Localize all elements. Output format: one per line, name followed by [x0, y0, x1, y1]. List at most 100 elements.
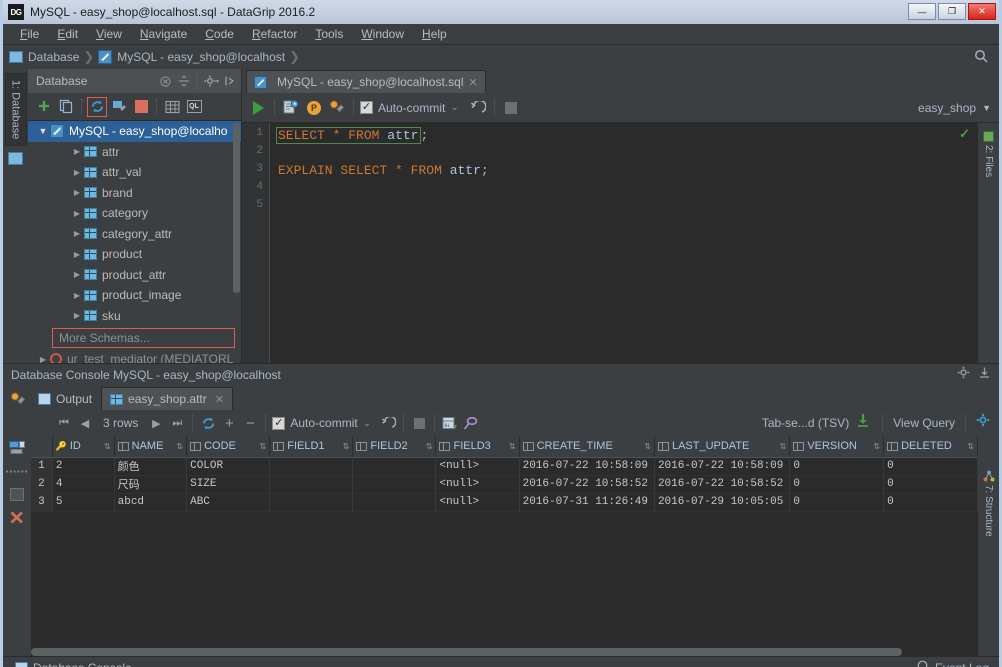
cell-field1[interactable]	[269, 457, 354, 476]
data-source-properties-icon[interactable]	[109, 97, 129, 117]
chevron-right-icon[interactable]: ▶	[70, 168, 84, 177]
cell-field2[interactable]	[352, 457, 437, 476]
sort-icon[interactable]: ⇅	[343, 442, 350, 451]
sql-editor[interactable]: 1 2 3 4 5 SELECT * FROM attr; EXPLAIN SE…	[242, 123, 999, 363]
column-header-field3[interactable]: FIELD3 ⇅	[435, 436, 520, 458]
stop-button[interactable]	[501, 98, 521, 118]
column-header-create-time[interactable]: CREATE_TIME ⇅	[519, 436, 655, 458]
grid-settings-icon[interactable]	[976, 413, 991, 433]
tree-node-table[interactable]: ▶ category	[28, 203, 241, 224]
editor-text[interactable]: SELECT * FROM attr; EXPLAIN SELECT * FRO…	[270, 123, 978, 363]
sort-icon[interactable]: ⇅	[644, 442, 651, 451]
reload-page-button[interactable]	[199, 414, 217, 432]
event-log-button[interactable]: Event Log	[917, 660, 989, 667]
tree-node-table[interactable]: ▶ product	[28, 244, 241, 265]
close-icon[interactable]	[158, 74, 173, 89]
export-format-label[interactable]: Tab-se...d (TSV)	[762, 416, 849, 430]
chevron-down-icon[interactable]: ▼	[36, 126, 50, 136]
chevron-right-icon[interactable]: ▶	[70, 291, 84, 300]
cell-id[interactable]: 5	[52, 493, 115, 512]
breadcrumb-database[interactable]: Database	[9, 50, 79, 64]
settings-icon[interactable]: ▾	[204, 74, 219, 89]
tree-node-table[interactable]: ▶ attr_val	[28, 162, 241, 183]
cell-last-update[interactable]: 2016-07-22 10:58:09	[654, 457, 791, 476]
tree-node-table[interactable]: ▶ product_attr	[28, 265, 241, 286]
sort-icon[interactable]: ⇅	[260, 442, 267, 451]
cell-field3[interactable]: <null>	[435, 493, 520, 512]
cell-field3[interactable]: <null>	[435, 457, 520, 476]
tree-scrollbar[interactable]	[233, 123, 240, 293]
sort-icon[interactable]: ⇅	[104, 442, 111, 451]
export-data-icon[interactable]	[856, 413, 872, 433]
maximize-button[interactable]: ❐	[938, 3, 966, 20]
cell-id[interactable]: 2	[52, 457, 115, 476]
tree-node-datasource[interactable]: ▼ MySQL - easy_shop@localho	[28, 121, 241, 142]
console-tab-output[interactable]: Output	[29, 387, 101, 410]
chevron-right-icon[interactable]: ▶	[70, 209, 84, 218]
result-grid[interactable]: 🔑 ID ⇅ NAME ⇅ CODE ⇅ FIELD1 ⇅ FIELD2 ⇅ FIELD3 ⇅…	[31, 436, 978, 656]
tree-node-partial[interactable]: ▶ ur_test_mediator (MEDIATORL	[28, 349, 241, 363]
cell-version[interactable]: 0	[789, 493, 885, 512]
menu-navigate[interactable]: Navigate	[131, 25, 196, 43]
tree-node-table[interactable]: ▶ product_image	[28, 285, 241, 306]
chevron-right-icon[interactable]: ▶	[70, 188, 84, 197]
sort-icon[interactable]: ⇅	[780, 442, 787, 451]
open-console-icon[interactable]: QL	[184, 97, 204, 117]
database-icon[interactable]	[8, 152, 23, 166]
table-row[interactable]: 1 2 颜色 COLOR <null> 2016-07-22 10:58:09 …	[31, 457, 978, 476]
collapse-all-icon[interactable]	[176, 74, 191, 89]
cell-last-update[interactable]: 2016-07-22 10:58:52	[654, 475, 791, 494]
column-header-id[interactable]: 🔑 ID ⇅	[52, 436, 115, 458]
cell-field1[interactable]	[269, 493, 354, 512]
delete-row-button[interactable]: −	[241, 414, 259, 432]
sort-icon[interactable]: ⇅	[873, 442, 880, 451]
sort-icon[interactable]: ⇅	[967, 442, 974, 451]
first-page-button[interactable]: ⏮	[55, 414, 73, 432]
tree-node-table[interactable]: ▶ brand	[28, 183, 241, 204]
sort-icon[interactable]: ⇅	[426, 442, 433, 451]
column-header-field1[interactable]: FIELD1 ⇅	[269, 436, 354, 458]
cell-create-time[interactable]: 2016-07-31 11:26:49	[519, 493, 655, 512]
synchronize-icon[interactable]	[87, 96, 107, 117]
view-query-button[interactable]: View Query	[893, 416, 955, 430]
tool-tab-database[interactable]: 1: Database	[4, 73, 27, 147]
menu-edit[interactable]: Edit	[48, 25, 87, 43]
grid-auto-commit-toggle[interactable]: ✓ Auto-commit ⌄	[272, 416, 371, 430]
chevron-right-icon[interactable]: ▶	[70, 250, 84, 259]
column-header-last-update[interactable]: LAST_UPDATE ⇅	[654, 436, 791, 458]
jump-to-table-icon[interactable]	[162, 97, 182, 117]
explain-plan-button[interactable]: P	[304, 98, 324, 118]
settings-icon[interactable]	[957, 366, 970, 384]
column-header-field2[interactable]: FIELD2 ⇅	[352, 436, 437, 458]
chevron-right-icon[interactable]: ▶	[70, 147, 84, 156]
hide-icon[interactable]	[222, 74, 237, 89]
rollback-button[interactable]	[468, 98, 488, 118]
menu-help[interactable]: Help	[413, 25, 456, 43]
tree-node-table[interactable]: ▶ sku	[28, 306, 241, 327]
cell-code[interactable]: SIZE	[186, 475, 271, 494]
last-page-button[interactable]: ⏭	[168, 414, 186, 432]
close-icon[interactable]: ✕	[469, 76, 478, 89]
cell-deleted[interactable]: 0	[883, 475, 978, 494]
cell-id[interactable]: 4	[52, 475, 115, 494]
edit-value-icon[interactable]	[8, 440, 26, 456]
column-header-code[interactable]: CODE ⇅	[186, 436, 271, 458]
stop-icon[interactable]	[131, 97, 151, 117]
menu-tools[interactable]: Tools	[306, 25, 352, 43]
cell-create-time[interactable]: 2016-07-22 10:58:52	[519, 475, 655, 494]
next-page-button[interactable]: ▶	[147, 414, 165, 432]
cell-last-update[interactable]: 2016-07-29 10:05:05	[654, 493, 791, 512]
menu-window[interactable]: Window	[352, 25, 413, 43]
grid-horizontal-scrollbar[interactable]	[31, 648, 903, 656]
run-button[interactable]	[248, 98, 268, 118]
cell-field2[interactable]	[352, 493, 437, 512]
column-header-name[interactable]: NAME ⇅	[114, 436, 188, 458]
column-header-version[interactable]: VERSION ⇅	[789, 436, 885, 458]
add-data-source-icon[interactable]	[34, 97, 54, 117]
stop-button[interactable]	[410, 414, 428, 432]
duplicate-icon[interactable]	[56, 97, 76, 117]
close-button[interactable]: ✕	[968, 3, 996, 20]
database-tree[interactable]: ▼ MySQL - easy_shop@localho ▶ attr ▶ att…	[28, 121, 241, 363]
tree-node-table[interactable]: ▶ category_attr	[28, 224, 241, 245]
add-row-button[interactable]: +	[220, 414, 238, 432]
